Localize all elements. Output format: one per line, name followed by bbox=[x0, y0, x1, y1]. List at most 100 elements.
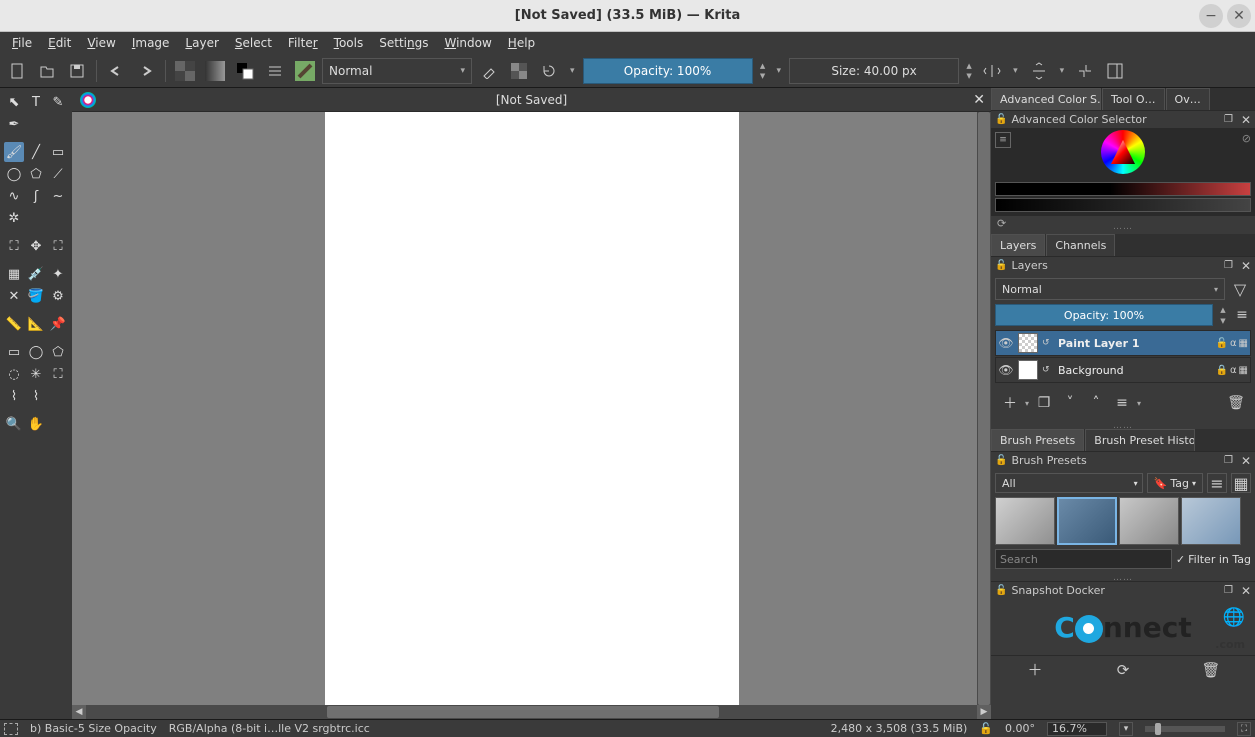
blend-mode-dropdown[interactable]: Normal bbox=[322, 58, 472, 84]
menu-window[interactable]: Window bbox=[436, 34, 499, 52]
lock-icon[interactable]: 🔓 bbox=[995, 260, 1007, 271]
hscroll-right-button[interactable]: ▶ bbox=[977, 705, 991, 719]
duplicate-layer-button[interactable]: ❐ bbox=[1033, 392, 1055, 414]
color-selector-menu-icon[interactable]: ≡ bbox=[995, 132, 1011, 148]
resize-handle-dots[interactable]: …… bbox=[991, 421, 1255, 429]
lock-icon[interactable]: 🔓 bbox=[995, 114, 1007, 125]
color-swap-button[interactable] bbox=[232, 58, 258, 84]
layer-item[interactable]: 👁 ↺ Paint Layer 1 🔓α▦ bbox=[995, 330, 1251, 356]
similar-select-tool[interactable]: ⛶ bbox=[48, 364, 68, 384]
reference-tool[interactable]: 📐 bbox=[26, 314, 46, 334]
pattern-button[interactable] bbox=[172, 58, 198, 84]
ellipse-tool[interactable]: ◯ bbox=[4, 164, 24, 184]
rotation-lock-icon[interactable]: 🔓 bbox=[979, 722, 993, 735]
hscroll-thumb[interactable] bbox=[327, 706, 719, 718]
layer-more-icon[interactable]: ▦ bbox=[1239, 365, 1248, 376]
reload-brush-menu[interactable]: ▾ bbox=[566, 66, 579, 76]
move-tool[interactable]: ✥ bbox=[26, 236, 46, 256]
pan-tool[interactable]: ✋ bbox=[26, 414, 46, 434]
zoom-slider-thumb[interactable] bbox=[1155, 723, 1161, 735]
layer-opacity-up[interactable]: ▲ bbox=[1217, 304, 1229, 315]
pattern-tool[interactable]: ✦ bbox=[48, 264, 68, 284]
brush-preset-item[interactable] bbox=[1119, 497, 1179, 545]
brush-settings-button[interactable] bbox=[262, 58, 288, 84]
layer-name[interactable]: Background bbox=[1058, 364, 1212, 377]
color-picker-tool[interactable]: 💉 bbox=[26, 264, 46, 284]
freehand-path-tool[interactable]: ʃ bbox=[26, 186, 46, 206]
mirror-h-button[interactable] bbox=[979, 58, 1005, 84]
menu-filter[interactable]: Filter bbox=[280, 34, 326, 52]
transform-tool[interactable]: ⬉ bbox=[4, 92, 24, 112]
close-panel-icon[interactable]: ✕ bbox=[1241, 259, 1251, 273]
tab-overview[interactable]: Ov… bbox=[1166, 88, 1210, 110]
color-strip-1[interactable] bbox=[995, 182, 1251, 196]
mirror-h-menu[interactable]: ▾ bbox=[1009, 66, 1022, 76]
layer-opacity-down[interactable]: ▼ bbox=[1217, 315, 1229, 326]
text-tool[interactable]: T bbox=[26, 92, 46, 112]
hscroll-left-button[interactable]: ◀ bbox=[72, 705, 86, 719]
float-panel-icon[interactable]: ❐ bbox=[1224, 260, 1233, 271]
rectangle-tool[interactable]: ▭ bbox=[48, 142, 68, 162]
tab-brush-history[interactable]: Brush Preset History bbox=[1085, 429, 1195, 451]
line-tool[interactable]: ╱ bbox=[26, 142, 46, 162]
layer-properties-menu[interactable]: ▾ bbox=[1137, 399, 1141, 408]
delete-layer-button[interactable]: 🗑 bbox=[1225, 392, 1247, 414]
canvas-page[interactable] bbox=[325, 112, 739, 705]
add-layer-button[interactable]: ＋ bbox=[999, 392, 1021, 414]
menu-edit[interactable]: Edit bbox=[40, 34, 79, 52]
size-down[interactable]: ▼ bbox=[963, 71, 975, 81]
layer-lock-icon[interactable]: 🔓 bbox=[1216, 338, 1228, 349]
advanced-color-selector[interactable]: ≡ ⊘ bbox=[991, 128, 1255, 216]
tab-channels[interactable]: Channels bbox=[1046, 234, 1115, 256]
tab-tool-options[interactable]: Tool O… bbox=[1102, 88, 1165, 110]
layer-alpha-icon[interactable]: α bbox=[1230, 338, 1237, 349]
bezier-tool[interactable]: ∿ bbox=[4, 186, 24, 206]
alpha-lock-button[interactable] bbox=[506, 58, 532, 84]
opacity-menu[interactable]: ▾ bbox=[773, 66, 786, 76]
ellipse-select-tool[interactable]: ◯ bbox=[26, 342, 46, 362]
polygon-tool[interactable]: ⬠ bbox=[26, 164, 46, 184]
tab-layers[interactable]: Layers bbox=[991, 234, 1045, 256]
brush-search-input[interactable]: Search bbox=[995, 549, 1172, 569]
calligraphy-tool[interactable]: ✒ bbox=[4, 114, 24, 134]
layer-visibility-icon[interactable]: 👁 bbox=[998, 335, 1014, 351]
brush-tag-dropdown[interactable]: All bbox=[995, 473, 1143, 493]
zoom-input[interactable]: 16.7% bbox=[1047, 722, 1107, 736]
brush-preset-item[interactable] bbox=[1181, 497, 1241, 545]
mirror-v-button[interactable] bbox=[1026, 58, 1052, 84]
polygon-select-tool[interactable]: ⬠ bbox=[48, 342, 68, 362]
resize-handle-dots[interactable]: …… bbox=[991, 573, 1255, 581]
menu-help[interactable]: Help bbox=[500, 34, 543, 52]
layer-filter-icon[interactable]: ▽ bbox=[1229, 278, 1251, 300]
vertical-scrollbar[interactable] bbox=[977, 112, 991, 705]
vertical-scroll-thumb[interactable] bbox=[978, 112, 990, 705]
fill-tool[interactable]: 🪣 bbox=[26, 286, 46, 306]
menu-file[interactable]: File bbox=[4, 34, 40, 52]
menu-layer[interactable]: Layer bbox=[177, 34, 226, 52]
close-panel-icon[interactable]: ✕ bbox=[1241, 113, 1251, 127]
layer-visibility-icon[interactable]: 👁 bbox=[998, 362, 1014, 378]
brush-view-list-icon[interactable]: ≡ bbox=[1207, 473, 1227, 493]
brush-tag-button[interactable]: 🔖Tag▾ bbox=[1147, 473, 1203, 493]
edit-shapes-tool[interactable]: ✎ bbox=[48, 92, 68, 112]
mirror-v-menu[interactable]: ▾ bbox=[1056, 66, 1069, 76]
workspace-button[interactable] bbox=[1102, 58, 1128, 84]
snapshot-add-button[interactable]: ＋ bbox=[1023, 658, 1047, 682]
canvas-viewport[interactable] bbox=[72, 112, 991, 705]
zoom-slider[interactable] bbox=[1145, 726, 1225, 732]
menu-image[interactable]: Image bbox=[124, 34, 178, 52]
snapshot-delete-button[interactable]: 🗑 bbox=[1199, 658, 1223, 682]
add-layer-menu[interactable]: ▾ bbox=[1025, 399, 1029, 408]
gradient-button[interactable] bbox=[202, 58, 228, 84]
zoom-fit-button[interactable]: ⛶ bbox=[1237, 722, 1251, 736]
layer-name[interactable]: Paint Layer 1 bbox=[1058, 337, 1212, 350]
zoom-dropdown-button[interactable]: ▾ bbox=[1119, 722, 1133, 736]
multibrush-tool[interactable]: ✲ bbox=[4, 208, 24, 228]
size-up[interactable]: ▲ bbox=[963, 61, 975, 71]
gradient-tool[interactable]: ▦ bbox=[4, 264, 24, 284]
redo-button[interactable] bbox=[133, 58, 159, 84]
zoom-tool[interactable]: 🔍 bbox=[4, 414, 24, 434]
snapshot-refresh-button[interactable]: ⟳ bbox=[1111, 658, 1135, 682]
filter-in-tag-checkbox[interactable]: ✓Filter in Tag bbox=[1176, 553, 1251, 566]
tab-brush-presets[interactable]: Brush Presets bbox=[991, 429, 1084, 451]
